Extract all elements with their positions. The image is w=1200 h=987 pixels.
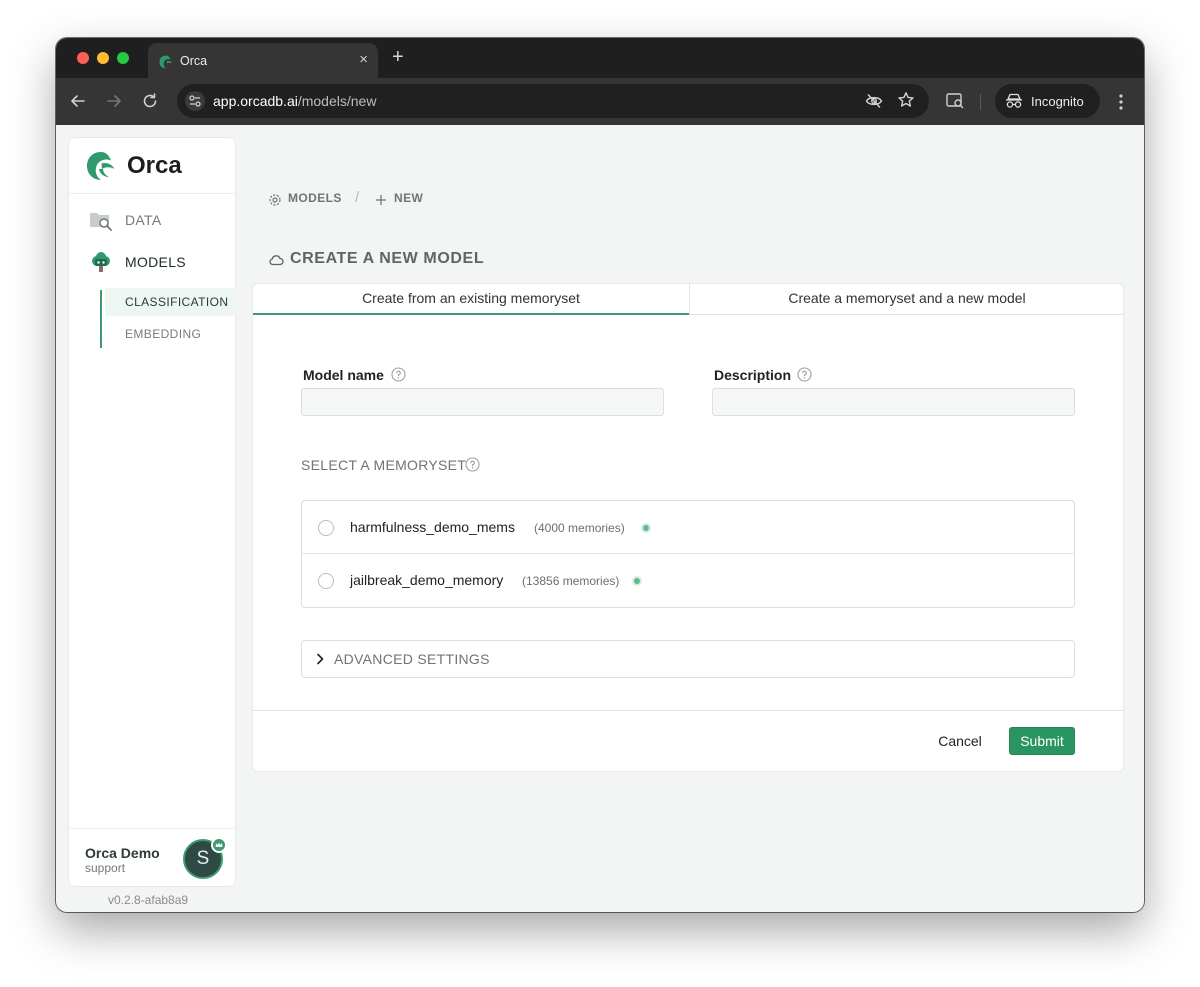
sidebar-subitem-classification[interactable]: CLASSIFICATION	[125, 295, 228, 309]
browser-toolbar: app.orcadb.ai/models/new Incognito	[56, 78, 1144, 125]
gear-icon	[269, 194, 281, 206]
reload-icon[interactable]	[140, 91, 160, 111]
incognito-chip[interactable]: Incognito	[995, 84, 1100, 118]
sidebar-subitem-embedding[interactable]: EMBEDDING	[125, 327, 201, 341]
status-dot-icon	[632, 576, 642, 586]
tab-existing-memoryset[interactable]: Create from an existing memoryset	[253, 284, 689, 315]
tab-strip: Orca × +	[56, 38, 1144, 78]
breadcrumb-separator: /	[355, 189, 360, 206]
folder-search-icon	[90, 213, 112, 231]
description-input[interactable]	[712, 388, 1075, 416]
memoryset-radio[interactable]	[318, 520, 334, 536]
help-circle-icon[interactable]	[797, 367, 812, 382]
memoryset-count: (13856 memories)	[522, 574, 620, 588]
cancel-button[interactable]: Cancel	[927, 728, 993, 754]
crown-badge-icon	[211, 837, 227, 853]
minimize-window-button[interactable]	[97, 52, 109, 64]
app-version: v0.2.8-afab8a9	[108, 893, 189, 907]
memoryset-count: (4000 memories)	[534, 521, 625, 535]
submit-button[interactable]: Submit	[1009, 727, 1075, 755]
orca-favicon-icon	[159, 55, 172, 69]
status-dot-icon	[641, 523, 651, 533]
form-actions: Cancel Submit	[253, 710, 1123, 773]
url-path: /models/new	[297, 93, 377, 109]
tab-list: Create from an existing memoryset Create…	[253, 284, 1123, 315]
tab-search-icon[interactable]	[945, 91, 965, 111]
memoryset-list: harmfulness_demo_mems (4000 memories) ja…	[301, 500, 1075, 608]
tab-title: Orca	[180, 54, 208, 68]
incognito-label: Incognito	[1031, 94, 1084, 109]
advanced-settings-toggle[interactable]: ADVANCED SETTINGS	[301, 640, 1075, 678]
list-item[interactable]: jailbreak_demo_memory (13856 memories)	[302, 554, 1074, 607]
browser-tab[interactable]: Orca ×	[148, 43, 378, 78]
user-panel[interactable]: Orca Demo support S	[69, 828, 235, 888]
help-circle-icon[interactable]	[391, 367, 406, 382]
back-arrow-icon[interactable]	[68, 91, 88, 111]
sidebar-item-label: DATA	[125, 212, 162, 228]
eye-slash-icon[interactable]	[865, 92, 883, 110]
breadcrumb-new: NEW	[394, 191, 424, 205]
memoryset-name: jailbreak_demo_memory	[350, 572, 504, 588]
chevron-right-icon	[317, 653, 324, 665]
browser-window: Orca × + app.orcadb.ai/models/new Incogn…	[56, 38, 1144, 912]
model-name-input[interactable]	[301, 388, 664, 416]
memoryset-section-label: SELECT A MEMORYSET	[301, 457, 467, 473]
logo-row[interactable]: Orca	[69, 138, 235, 194]
bookmark-star-icon[interactable]	[897, 91, 915, 109]
list-item[interactable]: harmfulness_demo_mems (4000 memories)	[302, 501, 1074, 554]
help-circle-icon[interactable]	[465, 457, 480, 472]
close-window-button[interactable]	[77, 52, 89, 64]
page-header: CREATE A NEW MODEL	[268, 249, 668, 273]
url-text[interactable]: app.orcadb.ai/models/new	[213, 93, 376, 109]
page-content: Orca DATA MODELS CLASSIFICATION EMBEDDIN…	[56, 125, 1144, 912]
subnav-indicator	[100, 290, 102, 348]
sidebar-item-label: MODELS	[125, 254, 186, 270]
memoryset-name: harmfulness_demo_mems	[350, 519, 515, 535]
breadcrumb: MODELS / NEW	[268, 189, 668, 211]
page-title: CREATE A NEW MODEL	[290, 250, 485, 267]
address-bar[interactable]: app.orcadb.ai/models/new	[177, 84, 929, 118]
sidebar: Orca DATA MODELS CLASSIFICATION EMBEDDIN…	[68, 137, 236, 887]
description-label: Description	[714, 367, 792, 383]
user-name: Orca Demo	[85, 845, 160, 861]
sidebar-item-data[interactable]: DATA	[89, 208, 229, 232]
logo-text: Orca	[127, 152, 182, 179]
incognito-icon	[1006, 93, 1022, 108]
tree-robot-icon	[92, 252, 110, 272]
new-tab-button[interactable]: +	[392, 46, 404, 68]
breadcrumb-models[interactable]: MODELS	[288, 191, 342, 205]
forward-arrow-icon[interactable]	[104, 91, 124, 111]
kebab-menu-icon[interactable]	[1114, 92, 1128, 112]
user-role: support	[85, 861, 126, 875]
memoryset-radio[interactable]	[318, 573, 334, 589]
plus-icon	[376, 195, 386, 205]
model-name-label: Model name	[303, 367, 384, 383]
sidebar-item-models[interactable]: MODELS	[89, 250, 229, 274]
create-model-card: Create from an existing memoryset Create…	[252, 283, 1124, 772]
maximize-window-button[interactable]	[117, 52, 129, 64]
close-tab-icon[interactable]: ×	[359, 51, 368, 69]
site-settings-icon[interactable]	[185, 91, 205, 111]
advanced-settings-label: ADVANCED SETTINGS	[334, 651, 490, 667]
tab-new-memoryset[interactable]: Create a memoryset and a new model	[689, 284, 1124, 315]
cloud-icon	[269, 255, 284, 266]
url-host: app.orcadb.ai	[213, 93, 298, 109]
toolbar-divider	[980, 94, 981, 110]
orca-logo-icon	[87, 152, 115, 180]
